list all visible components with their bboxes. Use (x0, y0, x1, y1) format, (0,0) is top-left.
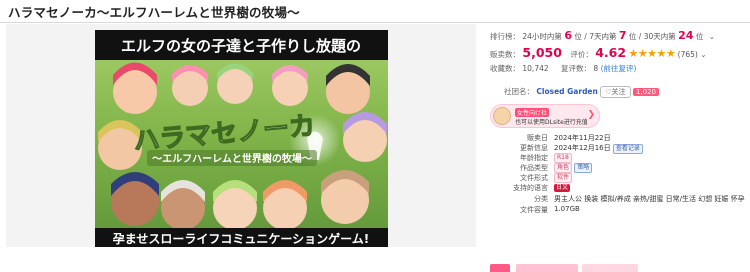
sales-value: 5,050 (522, 45, 562, 60)
banner-tagline: 孕ませスローライフコミュニケーションゲーム! (113, 231, 370, 246)
spec-label: 文件形式 (520, 174, 548, 182)
favorites-row: 收藏数： 10,742 复评数： 8 (前往复评) (490, 63, 636, 74)
ranking-row: 排行榜： 24小时内第 6 位 / 7天内第 7 位 / 30天内第 24 位 … (490, 29, 716, 42)
genre-links[interactable]: 男主人公 换装 模拟/养成 亲热/甜蜜 日常/生活 幻想 妊娠 怀孕 (554, 194, 745, 204)
rating-chevron-down-icon[interactable]: ⌄ (700, 50, 706, 59)
ranking-7d-unit: 位 (628, 32, 637, 41)
ranking-30d-value: 24 (678, 29, 694, 42)
follow-count-badge: 1,020 (632, 88, 659, 96)
review-link[interactable]: (前往复评) (601, 64, 637, 73)
ranking-30d-unit: 位 (695, 32, 704, 41)
follow-button[interactable]: ♡关注 (600, 86, 631, 98)
ranking-24h-unit: 位 (574, 32, 582, 41)
age-rating-tag[interactable]: R18 (554, 153, 572, 163)
ranking-7d-value: 7 (618, 29, 627, 42)
spec-label: 年龄指定 (520, 154, 548, 162)
review-label: 复评数： (561, 64, 592, 73)
ranking-24h-value: 6 (564, 29, 572, 42)
spec-label: 作品类型 (520, 164, 548, 172)
ranking-24h-label: 24小时内第 (522, 32, 562, 41)
file-format-tag[interactable]: 软件 (554, 173, 573, 183)
circle-row: 社团名： Closed Garden ♡关注 1,020 (504, 86, 659, 98)
spec-label: 支持的语言 (513, 184, 548, 192)
favorites-value: 10,742 (522, 64, 549, 73)
rating-count: (765) (677, 50, 698, 59)
promo-banner[interactable]: 女性向け社 也可以使用DLsite进行充值 ❯ (490, 104, 600, 128)
promo-text: 也可以使用DLsite进行充值 (515, 119, 588, 126)
banner-logo-subtitle: ～エルフハーレムと世界樹の牧場～ (152, 152, 312, 165)
work-type-tag[interactable]: 策略 (574, 163, 593, 173)
bottom-buttons-edge (490, 264, 750, 272)
ranking-chevron-down-icon[interactable]: ⌄ (709, 32, 715, 41)
product-title: ハラマセノーカ～エルフハーレムと世界樹の牧場～ (8, 5, 300, 20)
title-divider (0, 22, 750, 23)
favorites-label: 收藏数： (490, 64, 520, 73)
update-date: 2024年12月16日 (554, 144, 611, 152)
product-info-panel: 排行榜： 24小时内第 6 位 / 7天内第 7 位 / 30天内第 24 位 … (490, 25, 750, 272)
spec-label: 更新信息 (520, 144, 548, 152)
bottom-button[interactable] (582, 264, 638, 272)
review-value: 8 (593, 64, 599, 73)
ranking-30d-label: 30天内第 (643, 32, 676, 41)
spec-value: 1.07GB (554, 205, 580, 213)
promo-avatar (493, 107, 511, 125)
banner-headline: エルフの女の子達と子作りし放題の (121, 37, 361, 55)
promo-chevron-right-icon: ❯ (587, 110, 595, 120)
ranking-7d-label: 7天内第 (589, 32, 617, 41)
spec-label: 贩卖日 (527, 134, 548, 142)
bottom-button[interactable] (516, 264, 578, 272)
rating-value: 4.62 (595, 45, 627, 60)
ranking-label: 排行榜： (490, 32, 520, 41)
rating-label: 评价： (570, 50, 593, 59)
view-history-button[interactable]: 查看记录 (612, 144, 643, 154)
product-banner-image[interactable]: エルフの女の子達と子作りし放題の ハラマセノーカ ～エルフハーレムと世界樹の牧場… (95, 30, 388, 247)
sales-label: 贩卖数： (490, 50, 520, 59)
spec-label: 文件容量 (520, 206, 548, 214)
circle-name-link[interactable]: Closed Garden (536, 87, 597, 96)
rating-stars-icon: ★★★★★ (628, 47, 676, 60)
sales-row: 贩卖数： 5,050 评价： 4.62 ★★★★★ (765) ⌄ (490, 45, 707, 60)
language-tag[interactable]: 日文 (554, 184, 571, 192)
spec-label: 分类 (534, 195, 548, 203)
circle-label: 社团名： (504, 87, 534, 96)
work-type-tag[interactable]: 角色 (554, 163, 573, 173)
bottom-button[interactable] (490, 264, 510, 272)
spec-value: 2024年11月22日 (554, 134, 611, 142)
promo-title: 女性向け社 (515, 108, 550, 117)
